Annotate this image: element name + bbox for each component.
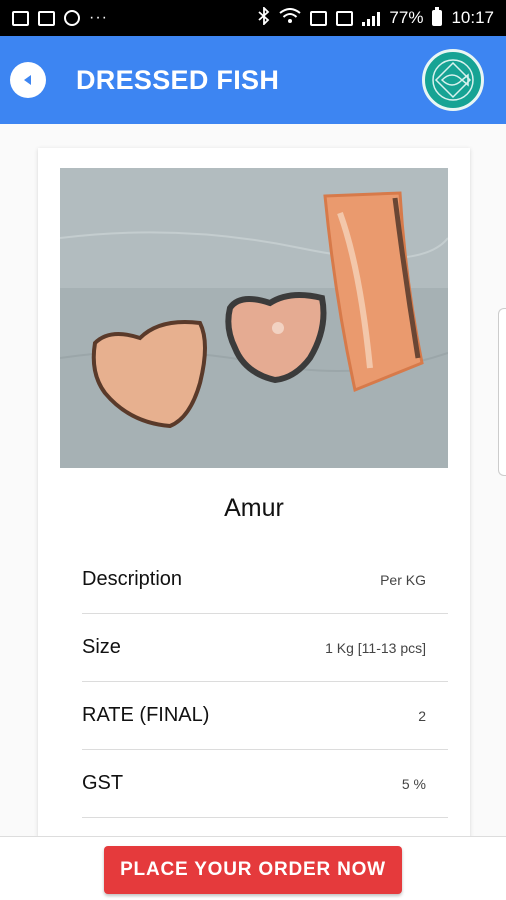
detail-label: Description — [82, 568, 183, 590]
chrome-notification-icon — [64, 10, 80, 26]
status-bar-left: ··· — [12, 9, 108, 27]
place-order-button[interactable]: PLACE YOUR ORDER NOW — [104, 846, 402, 894]
detail-row-gst: GST 5 % — [82, 750, 448, 818]
wifi-icon — [279, 7, 302, 29]
detail-value: Per KG — [380, 571, 426, 588]
detail-row-description: Description Per KG — [82, 546, 448, 614]
bottom-action-bar: PLACE YOUR ORDER NOW — [0, 836, 506, 900]
signal-icon — [362, 11, 381, 26]
battery-percent: 77% — [389, 8, 424, 27]
side-drawer-handle[interactable] — [498, 308, 506, 476]
sim-icon — [310, 10, 328, 26]
page-title: DRESSED FISH — [76, 64, 280, 95]
detail-label: Size — [82, 636, 121, 658]
product-card: Amur Description Per KG Size 1 Kg [11-13… — [38, 148, 470, 868]
gallery-notification-icon — [12, 10, 29, 26]
detail-row-rate: RATE (FINAL) 2 — [82, 682, 448, 750]
battery-icon — [432, 7, 443, 26]
fish-pieces-photo — [60, 168, 448, 468]
status-bar-right: 77% 10:17 — [258, 5, 494, 30]
detail-value: 1 Kg [11-13 pcs] — [325, 639, 426, 656]
clock: 10:17 — [451, 8, 494, 27]
message-notification-icon — [38, 10, 55, 26]
app-bar: DRESSED FISH — [0, 36, 506, 124]
data-icon — [336, 10, 354, 26]
status-bar: ··· 77% 10:17 — [0, 0, 506, 36]
detail-value: 2 — [418, 707, 426, 724]
fish-logo-icon[interactable] — [422, 49, 484, 111]
detail-label: GST — [82, 772, 124, 794]
product-name: Amur — [224, 494, 284, 522]
bluetooth-icon — [258, 5, 270, 30]
back-button[interactable] — [10, 62, 46, 98]
back-arrow-icon — [21, 73, 35, 87]
more-notifications-icon: ··· — [89, 9, 108, 26]
detail-value: 5 % — [401, 775, 426, 792]
detail-label: RATE (FINAL) — [82, 704, 210, 726]
detail-row-size: Size 1 Kg [11-13 pcs] — [82, 614, 448, 682]
